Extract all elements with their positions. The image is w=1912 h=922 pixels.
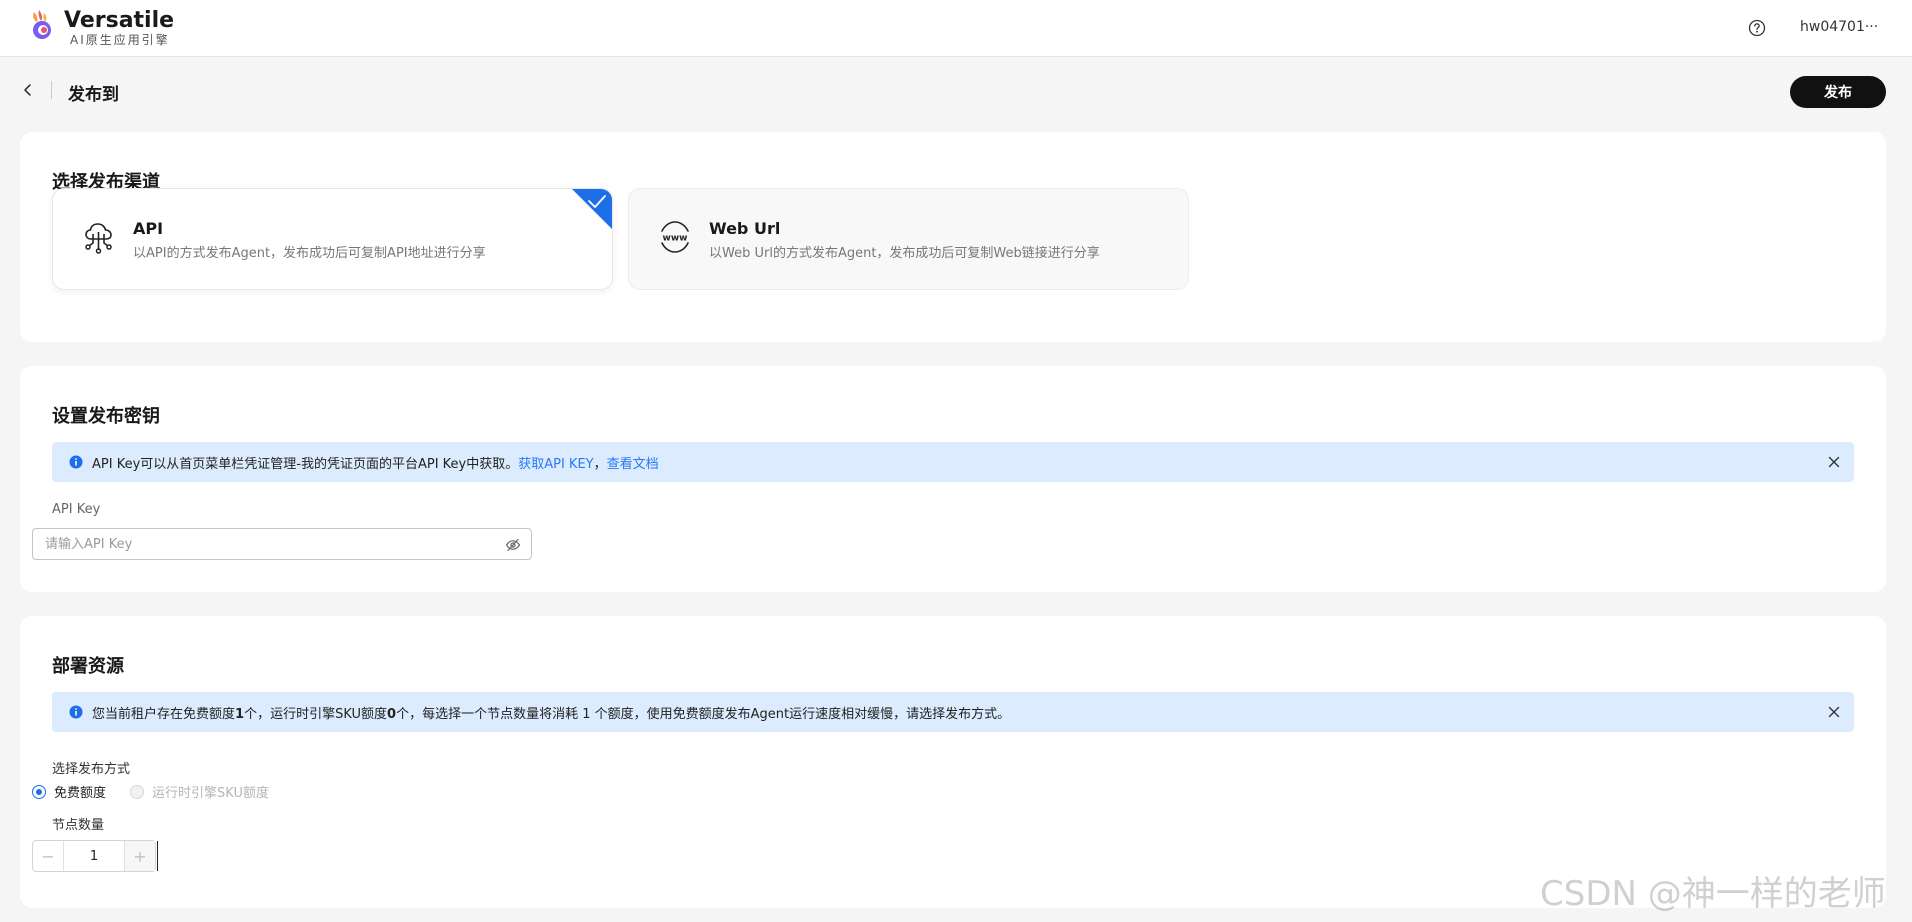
api-key-alert-message: API Key可以从首页菜单栏凭证管理-我的凭证页面的平台API Key中获取。	[92, 457, 519, 472]
api-key-info-alert: API Key可以从首页菜单栏凭证管理-我的凭证页面的平台API Key中获取。…	[52, 442, 1854, 482]
radio-sku-quota-label: 运行时引擎SKU额度	[152, 786, 269, 801]
publish-button[interactable]: 发布	[1790, 76, 1886, 108]
close-icon[interactable]	[1826, 704, 1842, 720]
view-docs-link[interactable]: 查看文档	[607, 457, 659, 472]
brand[interactable]: Versatile AI原生应用引擎	[28, 8, 174, 46]
radio-free-quota[interactable]: 免费额度	[32, 782, 106, 801]
info-icon	[69, 455, 83, 469]
api-key-alert-text: API Key可以从首页菜单栏凭证管理-我的凭证页面的平台API Key中获取。…	[92, 453, 659, 472]
radio-sku-quota[interactable]: 运行时引擎SKU额度	[130, 782, 269, 801]
cloud-network-icon	[85, 223, 112, 254]
key-section-title: 设置发布密钥	[52, 406, 160, 427]
watermark: CSDN @神一样的老师	[1540, 874, 1886, 914]
channel-option-web-url[interactable]: www Web Url 以Web Url的方式发布Agent，发布成功后可复制W…	[628, 188, 1189, 290]
help-icon[interactable]	[1748, 19, 1766, 37]
node-count-label: 节点数量	[52, 818, 105, 833]
channel-name-api: API	[133, 219, 164, 238]
publish-mode-label: 选择发布方式	[52, 762, 131, 777]
increment-button[interactable]: +	[124, 841, 155, 871]
text-cursor	[157, 841, 158, 871]
radio-checked-indicator[interactable]	[32, 784, 46, 799]
channel-option-api[interactable]: API 以API的方式发布Agent，发布成功后可复制API地址进行分享	[52, 188, 613, 290]
resource-alert-part: 个，运行时引擎SKU额度	[244, 707, 388, 722]
sku-quota-count: 0	[387, 707, 397, 722]
resource-section-title: 部署资源	[52, 656, 124, 677]
user-name[interactable]: hw04701···	[1800, 19, 1878, 35]
title-divider	[51, 81, 52, 99]
resource-card: 部署资源 您当前租户存在免费额度1个，运行时引擎SKU额度0个，每选择一个节点数…	[20, 616, 1886, 908]
api-key-input[interactable]	[33, 529, 493, 559]
www-icon: www	[661, 221, 689, 253]
publish-mode-radio-group: 免费额度 运行时引擎SKU额度	[32, 782, 293, 801]
resource-alert-part: 您当前租户存在免费额度	[92, 707, 236, 722]
alert-separator: ，	[593, 457, 607, 472]
brand-logo-icon	[33, 10, 51, 39]
api-key-label: API Key	[52, 502, 101, 517]
top-bar: Versatile AI原生应用引擎 hw04701···	[0, 0, 1912, 56]
info-icon	[69, 705, 83, 719]
node-count-value[interactable]: 1	[64, 841, 124, 871]
node-count-stepper: − 1 +	[32, 840, 156, 872]
channel-desc-web-url: 以Web Url的方式发布Agent，发布成功后可复制Web链接进行分享	[709, 246, 1100, 261]
get-api-key-link[interactable]: 获取API KEY	[518, 457, 593, 472]
resource-info-alert: 您当前租户存在免费额度1个，运行时引擎SKU额度0个，每选择一个节点数量将消耗 …	[52, 692, 1854, 732]
radio-disabled-indicator[interactable]	[130, 784, 145, 799]
selected-check-icon	[572, 189, 612, 229]
close-icon[interactable]	[1826, 454, 1842, 470]
page-title: 发布到	[68, 85, 119, 105]
resource-alert-text: 您当前租户存在免费额度1个，运行时引擎SKU额度0个，每选择一个节点数量将消耗 …	[92, 703, 1010, 722]
decrement-button[interactable]: −	[33, 841, 64, 871]
back-arrow-icon[interactable]	[20, 82, 36, 98]
brand-subtitle: AI原生应用引擎	[70, 33, 170, 47]
api-key-input-wrapper	[32, 528, 532, 560]
eye-closed-icon[interactable]	[505, 537, 521, 553]
radio-free-quota-label: 免费额度	[54, 786, 107, 801]
free-quota-count: 1	[235, 707, 245, 722]
channel-name-web-url: Web Url	[709, 219, 781, 238]
svg-text:www: www	[663, 234, 688, 244]
resource-alert-part: 个，每选择一个节点数量将消耗 1 个额度，使用免费额度发布Agent运行速度相对…	[396, 707, 1011, 722]
channel-desc-api: 以API的方式发布Agent，发布成功后可复制API地址进行分享	[133, 246, 486, 261]
brand-name: Versatile	[64, 8, 175, 33]
